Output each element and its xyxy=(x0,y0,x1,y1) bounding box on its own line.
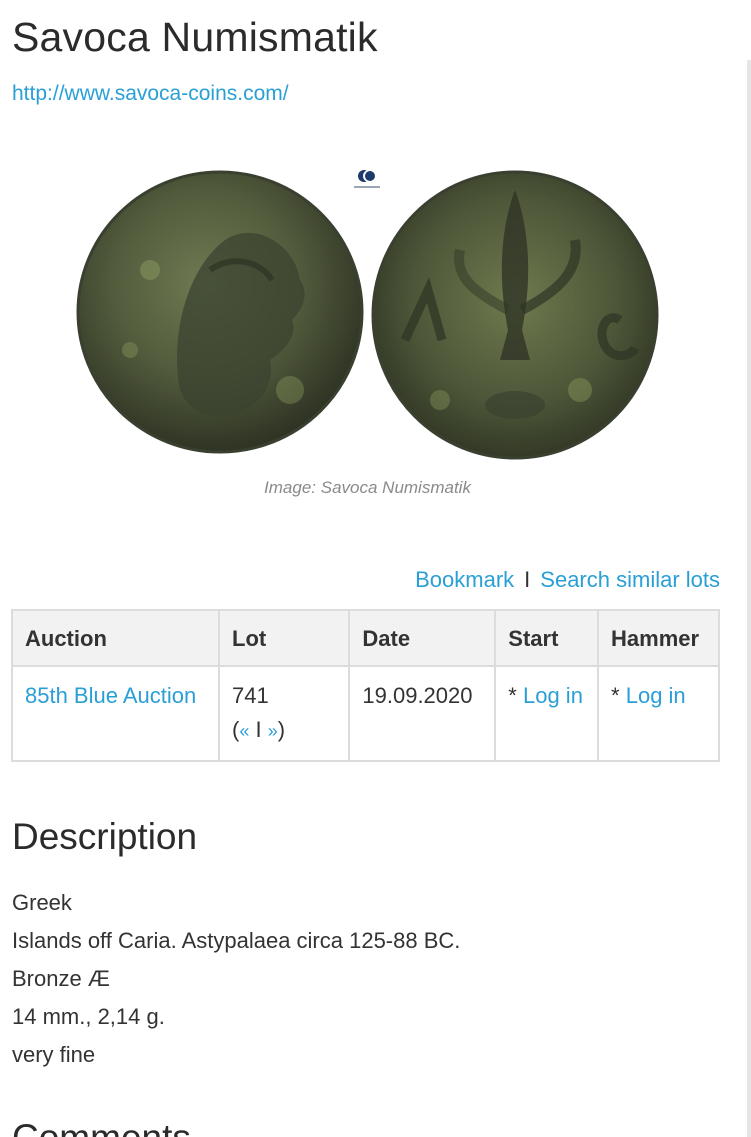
table-row: 85th Blue Auction 741 (« I ») 19.09.2020… xyxy=(10,665,720,762)
table-header-row: Auction Lot Date Start Hammer xyxy=(10,609,720,667)
header-start: Start xyxy=(494,609,600,667)
cell-start: * Log in xyxy=(494,665,600,762)
cell-date: 19.09.2020 xyxy=(348,665,497,762)
start-prefix: * xyxy=(508,683,523,708)
hammer-prefix: * xyxy=(611,683,626,708)
description-line: Greek xyxy=(12,890,72,915)
coin-obverse xyxy=(76,170,364,454)
seller-website-link[interactable]: http://www.savoca-coins.com/ xyxy=(12,82,289,106)
header-auction: Auction xyxy=(10,609,221,667)
description-line: Islands off Caria. Astypalaea circa 125-… xyxy=(12,928,461,953)
lot-page: Savoca Numismatik http://www.savoca-coin… xyxy=(0,0,751,1137)
lot-table: Auction Lot Date Start Hammer 85th Blue … xyxy=(10,609,720,762)
auction-link[interactable]: 85th Blue Auction xyxy=(25,683,196,708)
coin-reverse xyxy=(371,170,659,460)
description-body: Greek Islands off Caria. Astypalaea circ… xyxy=(12,884,460,1074)
header-lot: Lot xyxy=(218,609,351,667)
lot-number: 741 xyxy=(232,683,269,708)
description-line: Bronze Æ xyxy=(12,966,110,991)
description-line: very fine xyxy=(12,1042,96,1067)
hammer-login-link[interactable]: Log in xyxy=(626,683,686,708)
cell-hammer: * Log in xyxy=(597,665,720,762)
description-heading: Description xyxy=(12,816,198,857)
lot-actions: Bookmark I Search similar lots xyxy=(415,567,720,593)
start-login-link[interactable]: Log in xyxy=(523,683,583,708)
action-separator: I xyxy=(524,567,531,592)
cell-auction: 85th Blue Auction xyxy=(10,665,221,762)
scrollbar-track[interactable] xyxy=(747,60,751,1137)
description-line: 14 mm., 2,14 g. xyxy=(12,1004,165,1029)
seller-name: Savoca Numismatik xyxy=(12,14,378,60)
lot-nav-separator: I xyxy=(255,717,262,742)
bookmark-link[interactable]: Bookmark xyxy=(415,567,514,592)
lot-navigation: (« I ») xyxy=(232,717,286,742)
header-date: Date xyxy=(348,609,497,667)
previous-lot-link[interactable]: « xyxy=(239,721,249,741)
coin-image[interactable] xyxy=(60,160,680,470)
watermark-logo xyxy=(354,170,380,188)
cell-lot: 741 (« I ») xyxy=(218,665,351,762)
image-caption: Image: Savoca Numismatik xyxy=(264,478,471,497)
next-lot-link[interactable]: » xyxy=(268,721,278,741)
search-similar-lots-link[interactable]: Search similar lots xyxy=(540,567,720,592)
header-hammer: Hammer xyxy=(597,609,720,667)
comments-heading: Comments xyxy=(12,1117,191,1137)
